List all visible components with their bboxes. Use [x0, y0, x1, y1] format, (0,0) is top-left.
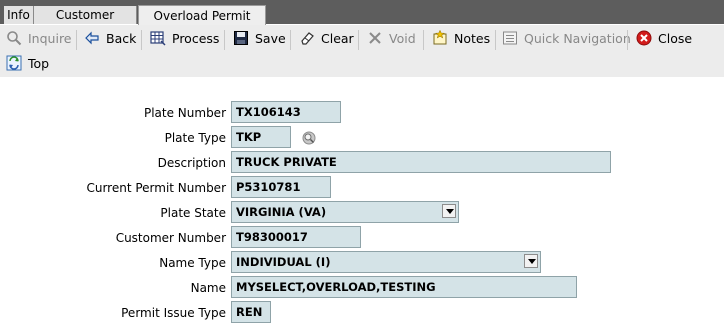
lookup-icon[interactable]	[302, 131, 316, 145]
close-button[interactable]: Close	[636, 26, 692, 52]
toolbar-separator	[224, 30, 225, 50]
tab-overload-permit-renew[interactable]: Overload Permit Renew	[138, 5, 266, 43]
close-icon	[636, 30, 652, 46]
top-label: Top	[28, 56, 50, 71]
process-grid-icon	[150, 31, 166, 46]
back-button[interactable]: Back	[84, 26, 136, 52]
name-type-label: Name Type	[159, 256, 226, 270]
save-button[interactable]: Save	[233, 26, 286, 52]
current-permit-number-label: Current Permit Number	[86, 181, 226, 195]
toolbar: Inquire Back Process Save Clear Void Not…	[0, 25, 724, 77]
permit-issue-type-label: Permit Issue Type	[121, 306, 226, 320]
tab-info[interactable]: Info	[4, 6, 34, 24]
toolbar-separator	[141, 30, 142, 50]
plate-number-field[interactable]: TX106143	[231, 101, 341, 123]
notes-star-icon	[433, 30, 447, 45]
back-arrow-icon	[85, 31, 99, 45]
notes-button[interactable]: Notes	[432, 26, 490, 52]
quick-navigation-button[interactable]: Quick Navigation	[502, 26, 631, 52]
plate-type-field[interactable]: TKP	[231, 126, 291, 148]
customer-number-label: Customer Number	[115, 231, 226, 245]
quick-navigation-label: Quick Navigation	[524, 31, 631, 46]
current-permit-number-field[interactable]: P5310781	[231, 176, 331, 198]
description-field[interactable]: TRUCK PRIVATE	[231, 151, 611, 173]
process-label: Process	[172, 31, 220, 46]
floppy-disk-icon	[234, 31, 248, 45]
notes-label: Notes	[454, 31, 491, 46]
tab-customer-console[interactable]: Customer Console	[34, 6, 137, 40]
chevron-down-icon[interactable]	[524, 254, 538, 268]
eraser-icon	[301, 32, 314, 45]
clear-button[interactable]: Clear	[299, 26, 354, 52]
tab-strip: Info Customer Console Overload Permit Re…	[0, 0, 724, 43]
save-label: Save	[255, 31, 286, 46]
toolbar-separator	[76, 30, 77, 50]
name-type-value: INDIVIDUAL (I)	[236, 255, 331, 269]
process-button[interactable]: Process	[150, 26, 219, 52]
name-type-select[interactable]: INDIVIDUAL (I)	[231, 251, 541, 273]
void-button[interactable]: Void	[367, 26, 416, 52]
clear-label: Clear	[321, 31, 354, 46]
void-x-icon	[369, 32, 381, 44]
void-label: Void	[389, 31, 416, 46]
close-label: Close	[658, 31, 693, 46]
description-label: Description	[157, 156, 226, 170]
magnifier-icon	[7, 31, 22, 46]
inquire-button[interactable]: Inquire	[6, 26, 72, 52]
toolbar-separator	[627, 30, 628, 50]
name-field[interactable]: MYSELECT,OVERLOAD,TESTING	[231, 276, 577, 298]
name-label: Name	[190, 281, 226, 295]
chevron-down-icon[interactable]	[442, 204, 456, 218]
customer-number-field[interactable]: T98300017	[231, 226, 361, 248]
toolbar-separator	[495, 30, 496, 50]
toolbar-separator	[423, 30, 424, 50]
top-button[interactable]: Top	[6, 51, 49, 77]
plate-type-label: Plate Type	[164, 131, 226, 145]
plate-state-value: VIRGINIA (VA)	[236, 205, 327, 219]
inquire-label: Inquire	[28, 31, 72, 46]
plate-number-label: Plate Number	[143, 106, 226, 120]
toolbar-separator	[290, 30, 291, 50]
toolbar-separator	[358, 30, 359, 50]
permit-issue-type-field[interactable]: REN	[231, 301, 271, 323]
plate-state-label: Plate State	[160, 206, 226, 220]
back-label: Back	[106, 31, 137, 46]
quick-navigation-icon	[503, 31, 517, 45]
plate-state-select[interactable]: VIRGINIA (VA)	[231, 201, 459, 223]
refresh-top-icon	[6, 55, 22, 71]
